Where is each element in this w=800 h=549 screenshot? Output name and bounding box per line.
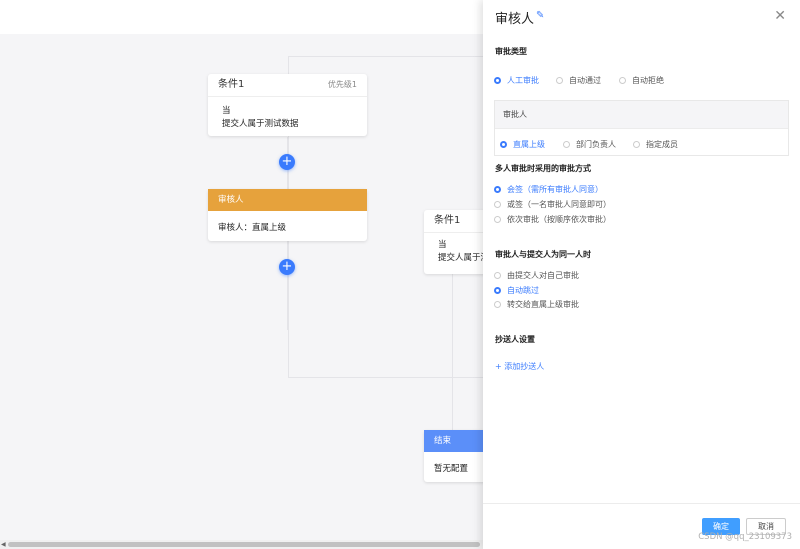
radio-label: 自动通过 — [569, 76, 601, 85]
radio-label: 部门负责人 — [576, 140, 616, 149]
connector-line — [452, 274, 453, 430]
radio-icon — [494, 301, 501, 308]
priority-label: 优先级1 — [327, 80, 357, 89]
radio-label: 自动拒绝 — [632, 76, 664, 85]
drawer-title: 审核人 — [495, 12, 535, 27]
radio-icon — [494, 201, 501, 208]
scroll-left-icon[interactable]: ◀ — [1, 541, 6, 548]
branch-outline-top — [288, 56, 488, 57]
radio-or-sign[interactable]: 或签（一名审批人同意即可） — [494, 199, 611, 210]
radio-label: 人工审批 — [507, 76, 539, 85]
condition-title: 条件1 优先级1 — [208, 74, 367, 97]
condition-line: 当 — [222, 106, 231, 116]
radio-label: 或签（一名审批人同意即可） — [507, 200, 611, 209]
condition-line: 提交人属于测试数据 — [222, 119, 299, 129]
branch-outline-bottom — [288, 377, 488, 378]
radio-icon — [500, 141, 507, 148]
radio-dept-head[interactable]: 部门负责人 — [563, 139, 616, 150]
radio-label: 由提交人对自己审批 — [507, 271, 579, 280]
radio-icon — [494, 216, 501, 223]
radio-icon — [494, 272, 501, 279]
radio-transfer-supervisor[interactable]: 转交给直属上级审批 — [494, 299, 579, 310]
radio-countersign[interactable]: 会签（需所有审批人同意） — [494, 184, 603, 195]
same-person-label: 审批人与提交人为同一人时 — [495, 250, 591, 259]
approver-node[interactable]: 审核人 审核人：直属上级 — [208, 189, 367, 241]
radio-icon — [556, 77, 563, 84]
close-icon[interactable]: ✕ — [774, 8, 786, 24]
radio-icon — [494, 186, 501, 193]
radio-label: 会签（需所有审批人同意） — [507, 185, 603, 194]
radio-auto-pass[interactable]: 自动通过 — [556, 75, 601, 86]
radio-label: 自动跳过 — [507, 286, 539, 295]
approval-type-label: 审批类型 — [495, 47, 527, 56]
radio-icon — [494, 287, 501, 294]
radio-label: 转交给直属上级审批 — [507, 300, 579, 309]
radio-direct-supervisor[interactable]: 直属上级 — [500, 139, 545, 150]
footer-divider — [483, 503, 800, 504]
add-node-button[interactable]: + — [279, 259, 295, 275]
condition-title-text: 条件1 — [218, 79, 245, 90]
radio-self-approve[interactable]: 由提交人对自己审批 — [494, 270, 579, 281]
radio-icon — [563, 141, 570, 148]
radio-icon — [633, 141, 640, 148]
watermark: CSDN @qq_23109373 — [698, 532, 792, 542]
cc-settings-label: 抄送人设置 — [495, 335, 535, 344]
add-node-button[interactable]: + — [279, 154, 295, 170]
scrollbar-thumb[interactable] — [8, 542, 480, 547]
condition-node[interactable]: 条件1 优先级1 当 提交人属于测试数据 — [208, 74, 367, 136]
connector-line — [287, 240, 288, 330]
radio-icon — [494, 77, 501, 84]
approver-node-title: 审核人 — [208, 189, 367, 211]
add-cc-button[interactable]: + 添加抄送人 — [495, 361, 544, 372]
radio-manual-approval[interactable]: 人工审批 — [494, 75, 539, 86]
radio-auto-reject[interactable]: 自动拒绝 — [619, 75, 664, 86]
approver-box-label: 审批人 — [495, 101, 788, 129]
edit-title-icon[interactable]: ✎ — [536, 10, 544, 21]
radio-specified-member[interactable]: 指定成员 — [633, 139, 678, 150]
radio-icon — [619, 77, 626, 84]
multi-approval-method-label: 多人审批时采用的审批方式 — [495, 164, 591, 173]
radio-label: 直属上级 — [513, 140, 545, 149]
approver-node-content: 审核人：直属上级 — [218, 223, 287, 233]
radio-label: 依次审批（按顺序依次审批） — [507, 215, 611, 224]
approver-settings-drawer: 审核人 ✎ ✕ 审批类型 人工审批 自动通过 自动拒绝 审批人 直属上级 部门负… — [483, 0, 800, 549]
radio-auto-skip[interactable]: 自动跳过 — [494, 285, 539, 296]
radio-label: 指定成员 — [646, 140, 678, 149]
condition-body: 当 提交人属于测试数据 — [208, 97, 367, 139]
radio-sequential[interactable]: 依次审批（按顺序依次审批） — [494, 214, 611, 225]
